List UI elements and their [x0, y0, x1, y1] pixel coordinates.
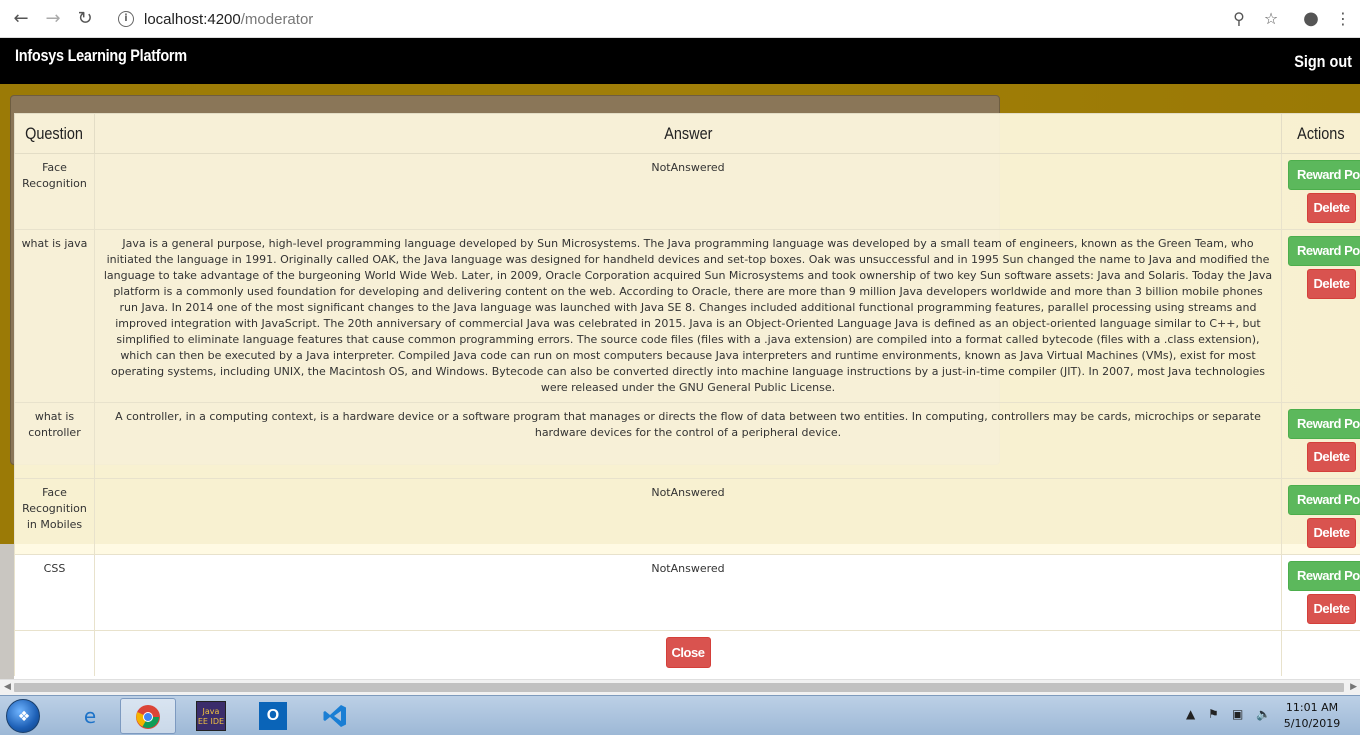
- reward-points-button[interactable]: Reward Points: [1288, 485, 1360, 515]
- table-row: what is controller A controller, in a co…: [15, 403, 1360, 479]
- clock-time: 11:01 AM: [1282, 700, 1342, 716]
- page-left-strip: [0, 544, 14, 679]
- internet-explorer-icon[interactable]: e: [62, 698, 118, 734]
- question-cell: CSS: [15, 555, 95, 631]
- system-clock[interactable]: 11:01 AM 5/10/2019: [1282, 700, 1342, 732]
- delete-button[interactable]: Delete: [1307, 193, 1356, 223]
- header-actions: Actions: [1282, 114, 1360, 154]
- table-row: CSS NotAnswered Reward Points Delete: [15, 555, 1360, 631]
- table-row: Face Recognition NotAnswered Reward Poin…: [15, 154, 1360, 230]
- question-cell: Face Recognition in Mobiles: [15, 479, 95, 555]
- scrollbar-thumb[interactable]: [14, 683, 1344, 692]
- horizontal-scrollbar[interactable]: ◀ ▶: [0, 679, 1360, 695]
- actions-cell: Reward Points Delete: [1282, 154, 1360, 230]
- header-question: Question: [15, 114, 95, 154]
- tray-expand-icon[interactable]: ▲: [1186, 707, 1195, 721]
- scroll-left-arrow-icon[interactable]: ◀: [4, 682, 11, 692]
- table-row: Face Recognition in Mobiles NotAnswered …: [15, 479, 1360, 555]
- windows-logo-icon: ❖: [16, 709, 32, 725]
- actions-cell: Reward Points Delete: [1282, 555, 1360, 631]
- delete-button[interactable]: Delete: [1307, 269, 1356, 299]
- java-ee-ide-icon[interactable]: Java EE IDE: [183, 698, 239, 734]
- answer-cell: NotAnswered: [95, 479, 1282, 555]
- vscode-icon[interactable]: [307, 698, 363, 734]
- menu-dots-icon[interactable]: ⋮: [1332, 8, 1354, 30]
- action-center-flag-icon[interactable]: ⚑: [1208, 707, 1219, 721]
- footer-empty-cell: [15, 631, 95, 677]
- table-row: what is java Java is a general purpose, …: [15, 230, 1360, 403]
- profile-icon[interactable]: ●: [1300, 8, 1322, 30]
- outlook-icon[interactable]: O: [245, 698, 301, 734]
- delete-button[interactable]: Delete: [1307, 518, 1356, 548]
- actions-cell: Reward Points Delete: [1282, 403, 1360, 479]
- question-cell: what is java: [15, 230, 95, 403]
- actions-cell: Reward Points Delete: [1282, 479, 1360, 555]
- delete-button[interactable]: Delete: [1307, 442, 1356, 472]
- zoom-icon[interactable]: ⚲: [1228, 8, 1250, 30]
- answer-cell: A controller, in a computing context, is…: [95, 403, 1282, 479]
- url-text[interactable]: localhost:4200/moderator: [144, 11, 313, 28]
- scroll-right-arrow-icon[interactable]: ▶: [1350, 682, 1357, 692]
- answer-cell: NotAnswered: [95, 154, 1282, 230]
- back-arrow-icon[interactable]: ←: [10, 8, 32, 30]
- forward-arrow-icon[interactable]: →: [42, 8, 64, 30]
- chrome-logo-icon: [135, 704, 161, 730]
- answer-cell: NotAnswered: [95, 555, 1282, 631]
- reward-points-button[interactable]: Reward Points: [1288, 236, 1360, 266]
- footer-empty-cell: [1282, 631, 1360, 677]
- info-icon[interactable]: i: [118, 11, 134, 27]
- brand-title[interactable]: Infosys Learning Platform: [15, 46, 187, 66]
- chrome-icon[interactable]: [120, 698, 176, 734]
- footer-close-cell: Close: [95, 631, 1282, 677]
- browser-toolbar: ← → ↻ i localhost:4200/moderator ⚲ ☆ ● ⋮: [0, 0, 1360, 38]
- table-footer-row: Close: [15, 631, 1360, 677]
- vscode-logo-icon: [322, 703, 348, 729]
- signout-link[interactable]: Sign out: [1294, 52, 1352, 72]
- delete-button[interactable]: Delete: [1307, 594, 1356, 624]
- questions-table: Question Answer Actions Face Recognition…: [14, 113, 1360, 676]
- question-cell: Face Recognition: [15, 154, 95, 230]
- address-bar[interactable]: i localhost:4200/moderator: [108, 5, 1288, 33]
- reward-points-button[interactable]: Reward Points: [1288, 409, 1360, 439]
- table-header-row: Question Answer Actions: [15, 114, 1360, 154]
- moderator-table-container: Question Answer Actions Face Recognition…: [14, 113, 1360, 676]
- answer-cell: Java is a general purpose, high-level pr…: [95, 230, 1282, 403]
- reward-points-button[interactable]: Reward Points: [1288, 160, 1360, 190]
- volume-icon[interactable]: 🔈: [1256, 707, 1271, 721]
- url-host: localhost:4200: [144, 11, 241, 28]
- reload-icon[interactable]: ↻: [74, 8, 96, 30]
- network-icon[interactable]: ▣: [1232, 707, 1243, 721]
- app-navbar: Infosys Learning Platform Sign out: [0, 38, 1360, 84]
- close-button[interactable]: Close: [666, 637, 711, 668]
- outlook-logo-icon: O: [259, 702, 287, 730]
- header-answer: Answer: [95, 114, 1282, 154]
- start-button[interactable]: ❖: [6, 699, 40, 733]
- windows-taskbar: ❖ e Java EE IDE O ▲ ⚑ ▣ 🔈 11:01 AM 5/10/…: [0, 695, 1360, 735]
- java-ee-ide-label: Java EE IDE: [196, 701, 226, 731]
- bookmark-star-icon[interactable]: ☆: [1260, 8, 1282, 30]
- reward-points-button[interactable]: Reward Points: [1288, 561, 1360, 591]
- actions-cell: Reward Points Delete: [1282, 230, 1360, 403]
- url-path: /moderator: [241, 11, 314, 28]
- clock-date: 5/10/2019: [1282, 716, 1342, 732]
- question-cell: what is controller: [15, 403, 95, 479]
